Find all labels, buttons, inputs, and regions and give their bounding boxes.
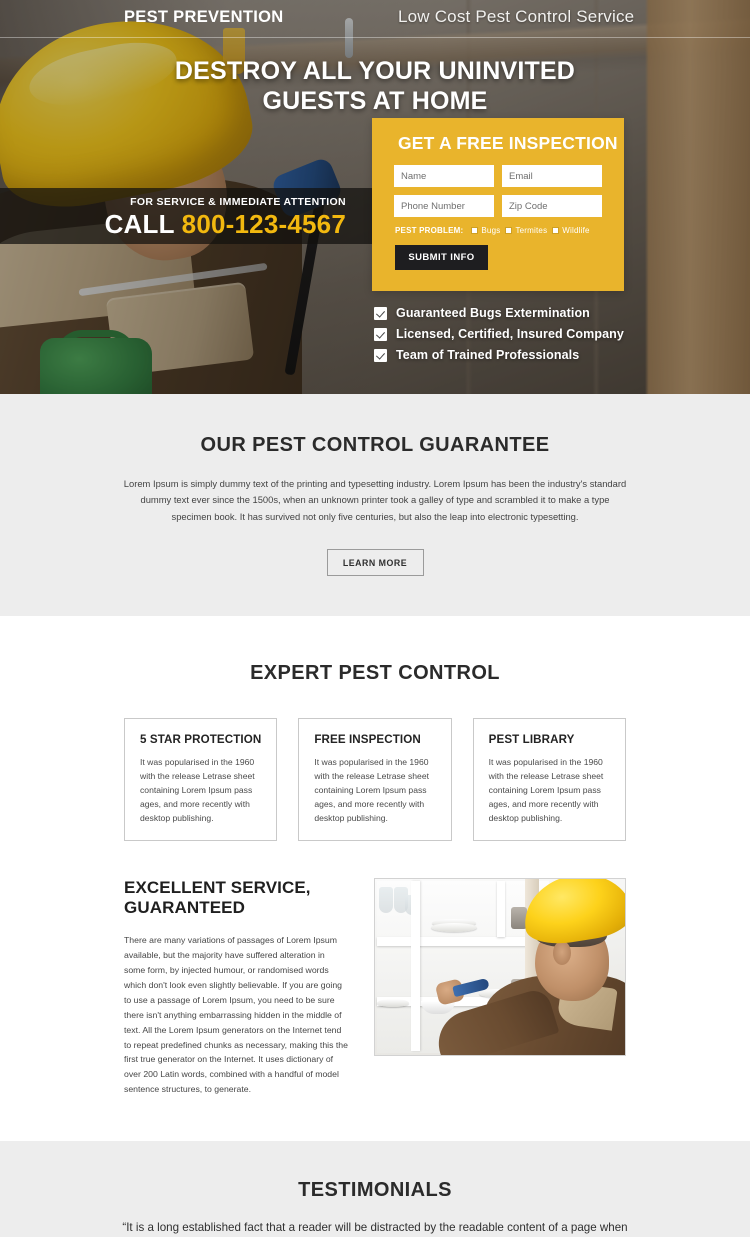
testimonials-section: TESTIMONIALS “It is a long established f… [0, 1141, 750, 1237]
shelf-divider-shape [497, 880, 505, 937]
guarantee-title: OUR PEST CONTROL GUARANTEE [200, 434, 550, 456]
pest-option-wildlife[interactable]: Wildlife [552, 226, 589, 235]
zip-input[interactable] [502, 195, 602, 217]
feature-card-text: It was popularised in the 1960 with the … [140, 757, 255, 824]
checklist-item: Licensed, Certified, Insured Company [374, 327, 624, 341]
pest-option-termites-label: Termites [515, 226, 548, 235]
check-icon [374, 348, 387, 362]
plate-shape [431, 922, 477, 932]
feature-card-title: PEST LIBRARY [488, 733, 575, 747]
feature-card[interactable]: PEST LIBRARY It was popularised in the 1… [472, 718, 626, 841]
excellent-title-line-1: EXCELLENT SERVICE, [124, 877, 311, 897]
hero-headline: DESTROY ALL YOUR UNINVITED GUESTS AT HOM… [0, 57, 750, 116]
plate-shape [377, 998, 409, 1007]
pest-option-wildlife-label: Wildlife [562, 226, 590, 235]
hero-section: PEST PREVENTION Low Cost Pest Control Se… [0, 0, 750, 394]
call-to-action-band: FOR SERVICE & IMMEDIATE ATTENTION CALL 8… [0, 188, 376, 244]
landing-page: PEST PREVENTION Low Cost Pest Control Se… [0, 0, 750, 1237]
feature-card-text: It was popularised in the 1960 with the … [488, 757, 604, 824]
excellent-service-text: There are many variations of passages of… [124, 934, 348, 1095]
shelf-divider-shape [411, 880, 420, 1051]
feature-cards: 5 STAR PROTECTION It was popularised in … [124, 718, 626, 841]
expert-title: EXPERT PEST CONTROL [250, 662, 500, 685]
feature-card-title: FREE INSPECTION [314, 733, 421, 747]
kitchen-inspection-photo [374, 877, 626, 1056]
call-subtext: FOR SERVICE & IMMEDIATE ATTENTION [130, 196, 346, 208]
pest-option-bugs-label: Bugs [481, 226, 501, 235]
hero-headline-line-1: DESTROY ALL YOUR UNINVITED [174, 57, 576, 85]
email-input[interactable] [502, 165, 602, 187]
pest-option-termites[interactable]: Termites [505, 226, 547, 235]
checklist-item: Team of Trained Professionals [374, 348, 624, 362]
name-input[interactable] [394, 165, 494, 187]
feature-card-text: It was popularised in the 1960 with the … [314, 757, 429, 824]
feature-card[interactable]: 5 STAR PROTECTION It was popularised in … [124, 718, 278, 841]
checklist-item-label: Licensed, Certified, Insured Company [396, 327, 624, 341]
guarantee-section: OUR PEST CONTROL GUARANTEE Lorem Ipsum i… [0, 394, 750, 617]
checkbox-icon[interactable] [505, 227, 513, 234]
shelf-shape [377, 936, 549, 946]
checklist-item-label: Team of Trained Professionals [396, 348, 580, 362]
inspector-ear-shape [553, 940, 571, 965]
top-bar [0, 0, 750, 38]
form-title: GET A FREE INSPECTION [398, 133, 618, 153]
form-row-2 [394, 195, 602, 217]
excellent-service-copy: EXCELLENT SERVICE, GUARANTEED There are … [124, 878, 348, 1097]
submit-info-button[interactable]: SUBMIT INFO [395, 245, 488, 270]
testimonials-title: TESTIMONIALS [298, 1179, 452, 1202]
call-word: CALL [104, 209, 175, 239]
phone-number[interactable]: 800-123-4567 [182, 209, 346, 239]
check-icon [374, 327, 387, 341]
form-row-1 [394, 165, 602, 187]
excellent-service-title: EXCELLENT SERVICE, GUARANTEED [124, 878, 348, 918]
guarantee-body-text: Lorem Ipsum is simply dummy text of the … [123, 478, 627, 522]
expert-section: EXPERT PEST CONTROL 5 STAR PROTECTION It… [0, 616, 750, 1142]
form-fields [372, 154, 624, 217]
hero-headline-line-2: GUESTS AT HOME [262, 86, 488, 115]
excellent-title-line-2: GUARANTEED [124, 897, 245, 917]
learn-more-button[interactable]: LEARN MORE [326, 549, 424, 577]
checklist-item-label: Guaranteed Bugs Extermination [396, 306, 590, 320]
testimonial-quote: “It is a long established fact that a re… [122, 1221, 628, 1235]
feature-card[interactable]: FREE INSPECTION It was popularised in th… [298, 718, 452, 841]
phone-cta[interactable]: CALL 800-123-4567 [105, 209, 346, 240]
feature-card-title: 5 STAR PROTECTION [140, 733, 262, 747]
excellent-service-section: EXCELLENT SERVICE, GUARANTEED There are … [124, 877, 626, 1141]
pest-problem-label: PEST PROBLEM: [395, 226, 464, 235]
phone-input[interactable] [394, 195, 494, 217]
hero-checklist: Guaranteed Bugs Extermination Licensed, … [374, 306, 624, 369]
glass-shape [379, 886, 393, 913]
lead-capture-form: GET A FREE INSPECTION PEST PROBLEM: Bugs [372, 118, 624, 291]
checklist-item: Guaranteed Bugs Extermination [374, 306, 624, 320]
pest-option-bugs[interactable]: Bugs [471, 226, 500, 235]
check-icon [374, 306, 387, 320]
pest-problem-options: PEST PROBLEM: Bugs Termites Wildlife [372, 225, 624, 235]
checkbox-icon[interactable] [471, 227, 479, 234]
checkbox-icon[interactable] [552, 227, 560, 234]
